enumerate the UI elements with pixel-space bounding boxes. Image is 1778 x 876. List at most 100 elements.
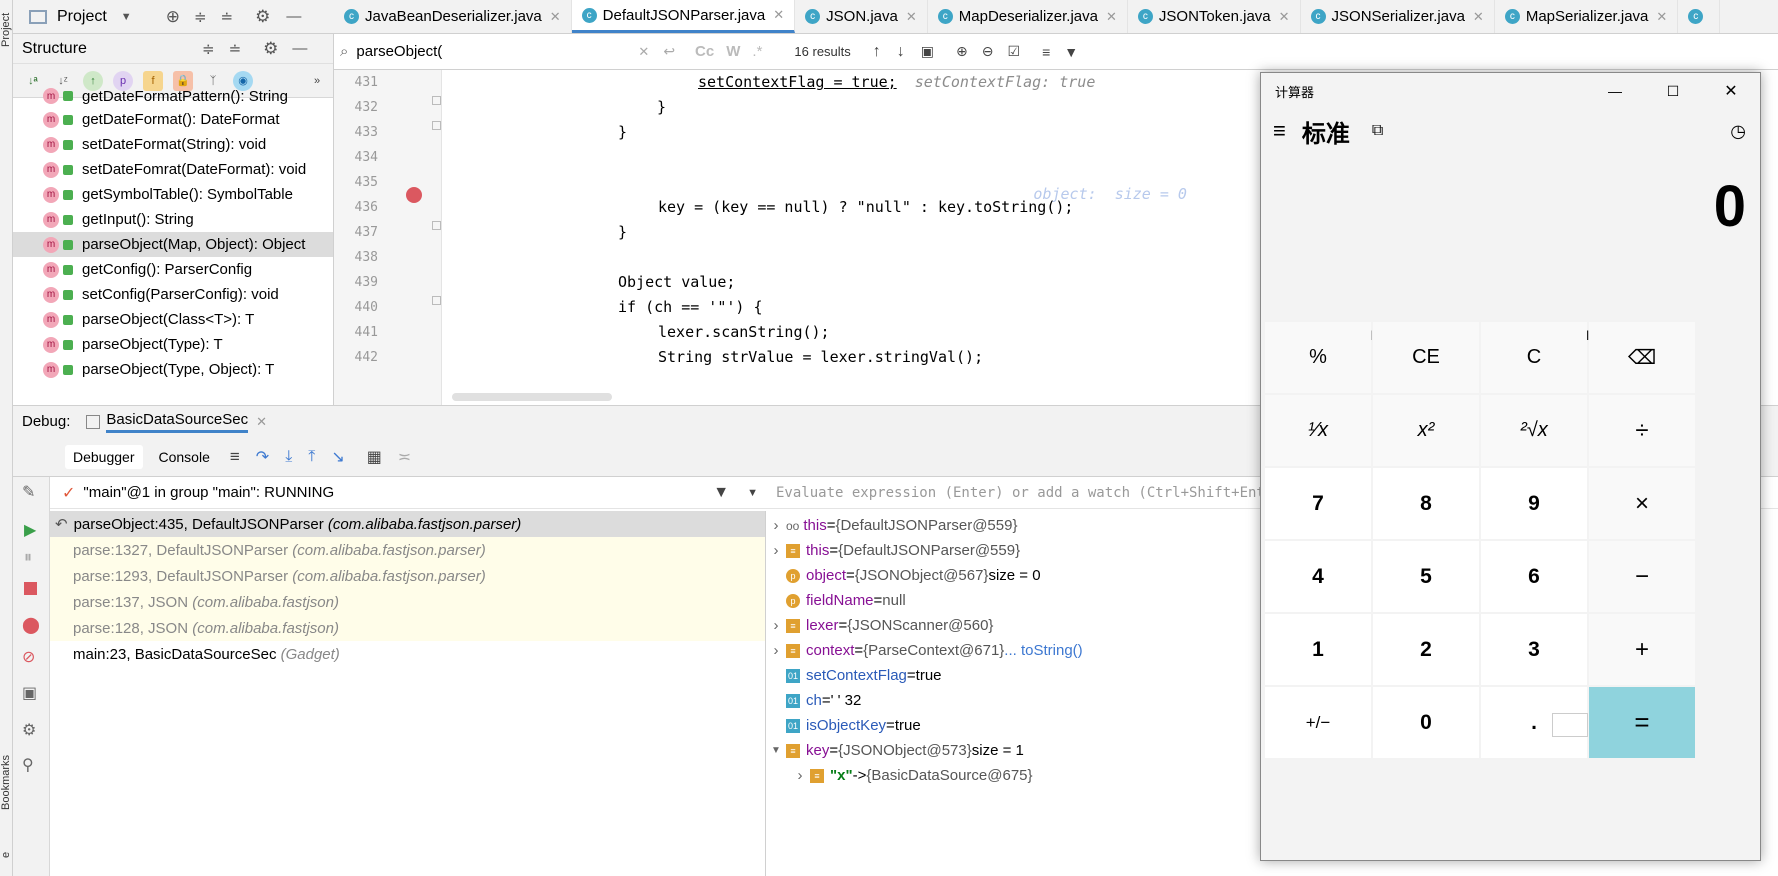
tab-map-serializer[interactable]: c MapSerializer.java ✕ <box>1495 0 1679 33</box>
evaluate-expression-icon[interactable]: ▦ <box>367 447 382 467</box>
digit-1-button[interactable]: 1 <box>1265 614 1371 685</box>
frame-row[interactable]: ↶ parseObject:435, DefaultJSONParser (com… <box>50 511 765 537</box>
tab-javabean-deserializer[interactable]: c JavaBeanDeserializer.java ✕ <box>334 0 572 33</box>
digit-6-button[interactable]: 6 <box>1481 541 1587 612</box>
remove-occurrence-icon[interactable]: ⊖ <box>982 43 994 60</box>
bookmarks-tool-tab[interactable]: Bookmarks <box>0 742 13 822</box>
wrench-icon[interactable]: ✎ <box>22 482 35 502</box>
maximize-icon[interactable]: ☐ <box>1644 83 1702 100</box>
frame-row[interactable]: main:23, BasicDataSourceSec (Gadget) <box>50 641 765 667</box>
gear-icon[interactable]: ⚙ <box>22 720 36 740</box>
close-icon[interactable]: ✕ <box>1702 81 1760 101</box>
stop-icon[interactable] <box>24 582 37 595</box>
minimize-icon[interactable]: — <box>292 40 307 57</box>
add-button[interactable]: + <box>1589 614 1695 685</box>
digit-0-button[interactable]: 0 <box>1373 687 1479 758</box>
chevron-right-icon[interactable]: › <box>766 542 786 559</box>
tab-map-deserializer[interactable]: c MapDeserializer.java ✕ <box>928 0 1128 33</box>
digit-4-button[interactable]: 4 <box>1265 541 1371 612</box>
view-breakpoints-icon[interactable]: ⬤ <box>22 615 40 635</box>
structure-item[interactable]: m setDateFomrat(DateFormat): void <box>13 157 333 182</box>
structure-item[interactable]: m setConfig(ParserConfig): void <box>13 282 333 307</box>
words-button[interactable]: W <box>726 43 740 60</box>
close-icon[interactable]: ✕ <box>256 414 267 430</box>
chevron-right-icon[interactable]: › <box>766 642 786 659</box>
close-icon[interactable]: ✕ <box>1473 9 1484 25</box>
tab-console[interactable]: Console <box>159 449 210 465</box>
open-in-window-icon[interactable]: ▣ <box>921 43 934 60</box>
pause-icon[interactable]: ⏸ <box>24 549 32 567</box>
horizontal-scrollbar[interactable] <box>452 393 612 401</box>
clear-icon[interactable]: ✕ <box>638 44 649 60</box>
step-out-icon[interactable]: ⤒ <box>308 448 315 466</box>
digit-2-button[interactable]: 2 <box>1373 614 1479 685</box>
sort-alpha-icon[interactable]: ↓ᵃ <box>23 71 43 91</box>
resume-icon[interactable]: ▶ <box>24 520 36 540</box>
chevron-right-icon[interactable]: › <box>790 767 810 784</box>
match-case-button[interactable]: Cc <box>695 43 714 60</box>
structure-item[interactable]: m parseObject(Type, Object): T <box>13 357 333 382</box>
structure-item[interactable]: m parseObject(Class<T>): T <box>13 307 333 332</box>
structure-item[interactable]: m getDateFormat(): DateFormat <box>13 107 333 132</box>
hamburger-menu-icon[interactable]: ≡ <box>1273 118 1286 144</box>
close-icon[interactable]: ✕ <box>906 9 917 25</box>
close-icon[interactable]: ✕ <box>1106 9 1117 25</box>
filter-options-icon[interactable]: ≡ <box>1042 44 1050 60</box>
multiply-button[interactable]: × <box>1589 468 1695 539</box>
chevron-down-icon[interactable]: ▼ <box>766 745 786 756</box>
filter-icon[interactable]: ▼ <box>713 484 729 502</box>
crosshair-icon[interactable]: ⊕ <box>166 7 180 27</box>
gear-icon[interactable]: ⚙ <box>255 7 270 27</box>
menu-icon[interactable]: ≡ <box>230 447 240 467</box>
previous-match-icon[interactable]: ↑ <box>873 43 881 61</box>
reciprocal-button[interactable]: ¹⁄x <box>1265 395 1371 466</box>
collapse-all-icon[interactable]: ≐ <box>221 8 234 26</box>
mute-breakpoints-icon[interactable]: ⊘ <box>22 647 35 667</box>
breakpoint-icon[interactable] <box>406 187 422 203</box>
fold-icon[interactable] <box>432 221 441 230</box>
clear-button[interactable]: C <box>1481 322 1587 393</box>
fold-icon[interactable] <box>432 296 441 305</box>
digit-7-button[interactable]: 7 <box>1265 468 1371 539</box>
negate-button[interactable]: +/− <box>1265 687 1371 758</box>
backspace-button[interactable]: ⌫ <box>1589 322 1695 393</box>
chevron-right-icon[interactable]: › <box>766 517 786 534</box>
structure-item[interactable]: m getSymbolTable(): SymbolTable <box>13 182 333 207</box>
structure-item[interactable]: m getInput(): String <box>13 207 333 232</box>
keep-on-top-icon[interactable]: ⧉ <box>1372 122 1383 140</box>
expand-all-icon[interactable]: ≑ <box>194 8 207 26</box>
select-all-occurrences-icon[interactable]: ☑ <box>1008 43 1021 60</box>
filter-icon[interactable]: ▼ <box>1064 44 1078 60</box>
minimize-icon[interactable]: — <box>1586 83 1644 99</box>
project-view-label[interactable]: Project <box>57 8 107 26</box>
step-over-icon[interactable]: ↷ <box>256 447 269 467</box>
next-match-icon[interactable]: ↓ <box>897 43 905 61</box>
regex-button[interactable]: .* <box>752 43 762 60</box>
digit-3-button[interactable]: 3 <box>1481 614 1587 685</box>
search-input[interactable]: parseObject( <box>356 43 646 60</box>
step-into-icon[interactable]: ⤓ <box>285 448 292 466</box>
digit-9-button[interactable]: 9 <box>1481 468 1587 539</box>
trace-stream-icon[interactable]: ≍ <box>398 447 411 467</box>
collapse-all-icon[interactable]: ≐ <box>229 40 242 58</box>
chevron-down-icon[interactable]: ▼ <box>121 11 132 23</box>
subtract-button[interactable]: − <box>1589 541 1695 612</box>
close-icon[interactable]: ✕ <box>1279 9 1290 25</box>
structure-item[interactable]: m parseObject(Type): T <box>13 332 333 357</box>
tab-json[interactable]: c JSON.java ✕ <box>795 0 928 33</box>
add-occurrence-icon[interactable]: ⊕ <box>956 43 968 60</box>
frame-row[interactable]: parse:1327, DefaultJSONParser (com.aliba… <box>50 537 765 563</box>
history-icon[interactable]: ◷ <box>1730 121 1746 142</box>
project-tool-tab[interactable]: Project <box>0 0 13 60</box>
pin-icon[interactable]: ⚲ <box>22 755 34 775</box>
fold-icon[interactable] <box>432 121 441 130</box>
camera-icon[interactable]: ▣ <box>22 683 37 703</box>
new-line-icon[interactable]: ↩ <box>663 43 675 60</box>
tab-json-token[interactable]: c JSONToken.java ✕ <box>1128 0 1301 33</box>
square-root-button[interactable]: ²√x <box>1481 395 1587 466</box>
expand-all-icon[interactable]: ≑ <box>202 40 215 58</box>
tab-default-json-parser[interactable]: c DefaultJSONParser.java ✕ <box>571 0 796 33</box>
variable-extra-link[interactable]: ... toString() <box>1004 642 1082 659</box>
equals-button[interactable]: = <box>1589 687 1695 758</box>
sort-visibility-icon[interactable]: ↓ᶻ <box>53 71 73 91</box>
